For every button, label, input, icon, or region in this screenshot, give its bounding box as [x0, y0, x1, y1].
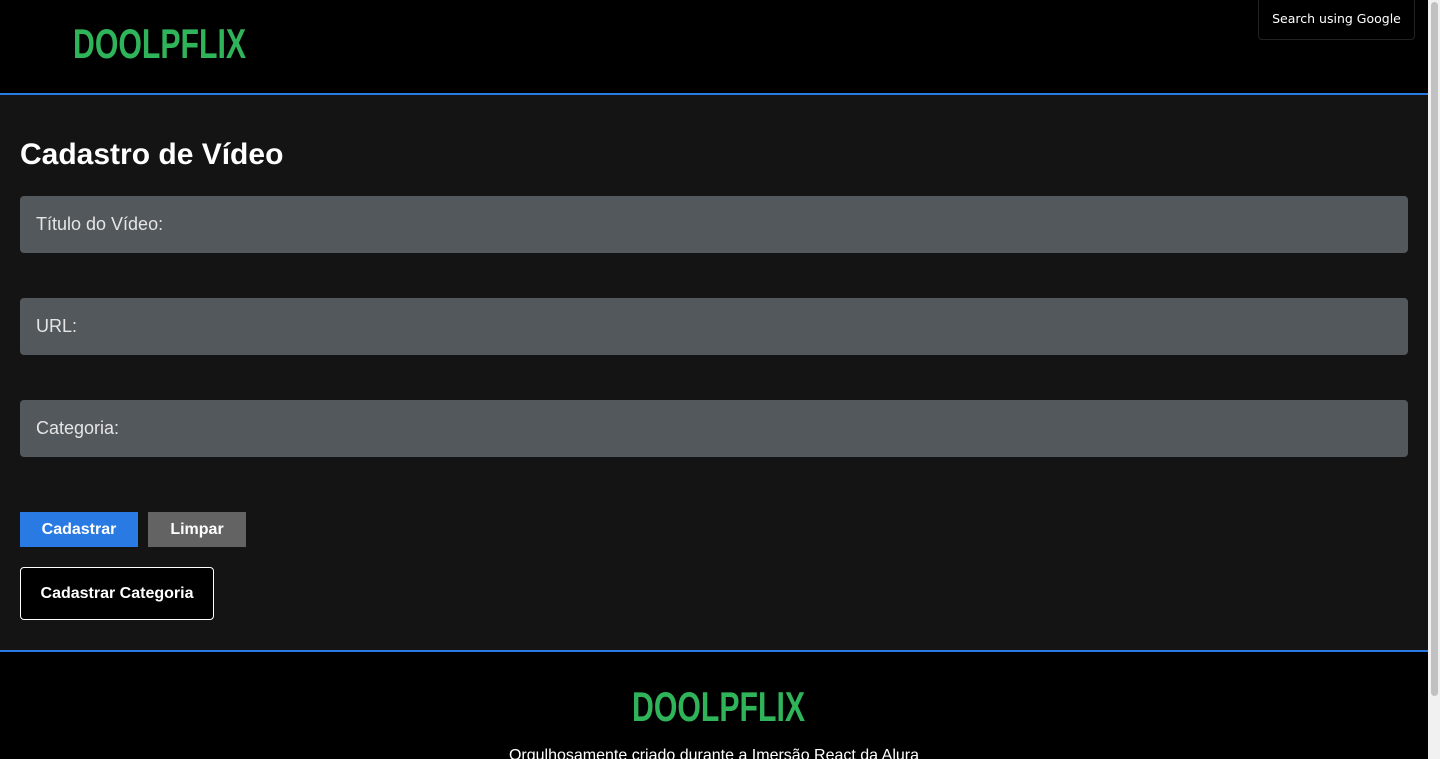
- limpar-button[interactable]: Limpar: [148, 512, 246, 547]
- cadastrar-categoria-button[interactable]: Cadastrar Categoria: [20, 567, 214, 620]
- footer-logo[interactable]: DOOLPFLIX: [632, 685, 805, 729]
- search-google-button[interactable]: Search using Google: [1258, 0, 1415, 40]
- page: DOOLPFLIX Search using Google Cadastro d…: [0, 0, 1428, 759]
- url-field[interactable]: URL:: [20, 298, 1408, 355]
- url-label: URL:: [36, 316, 78, 336]
- video-title-field[interactable]: Título do Vídeo:: [20, 196, 1408, 253]
- video-title-label: Título do Vídeo:: [36, 214, 164, 234]
- scrollbar[interactable]: [1428, 0, 1440, 759]
- logo[interactable]: DOOLPFLIX: [73, 22, 246, 66]
- category-label: Categoria:: [36, 418, 120, 438]
- cadastrar-button[interactable]: Cadastrar: [20, 512, 138, 547]
- page-title: Cadastro de Vídeo: [20, 138, 284, 171]
- footer-text: Orgulhosamente criado durante a Imersão …: [508, 747, 919, 759]
- category-field[interactable]: Categoria:: [20, 400, 1408, 457]
- footer: DOOLPFLIX Orgulhosamente criado durante …: [0, 650, 1428, 759]
- scrollbar-thumb[interactable]: [1431, 2, 1438, 696]
- top-nav: DOOLPFLIX Search using Google: [0, 0, 1428, 95]
